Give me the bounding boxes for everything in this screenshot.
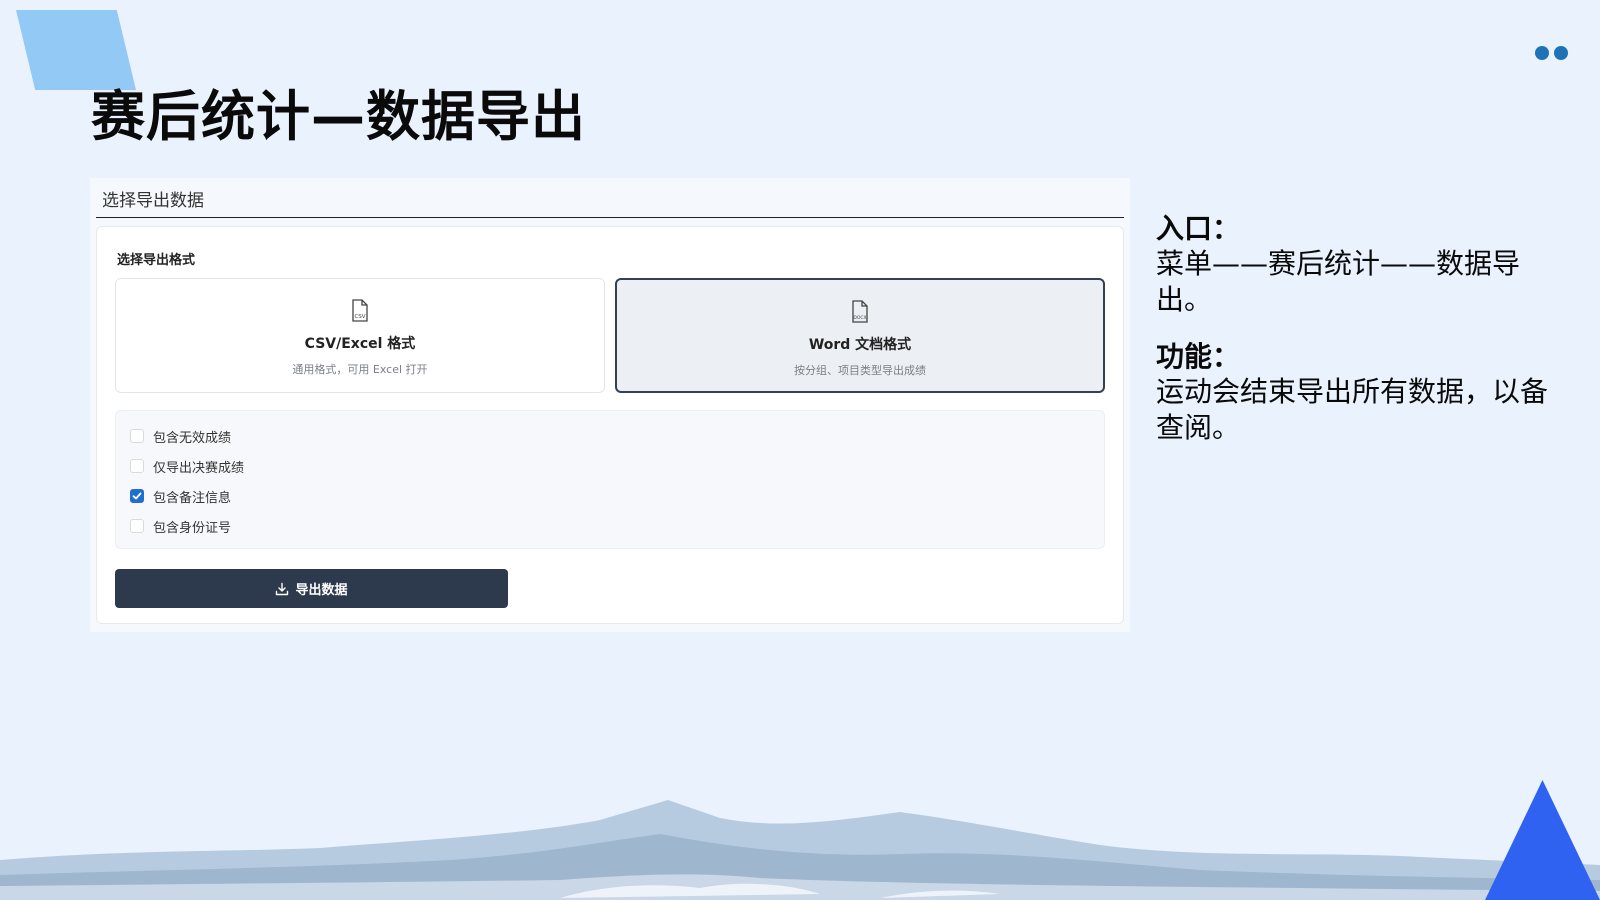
option-include-id-number[interactable]: 包含身份证号 — [130, 511, 1090, 541]
decorative-dots — [1535, 46, 1568, 60]
function-heading: 功能： — [1156, 340, 1241, 373]
entry-heading: 入口： — [1156, 212, 1241, 245]
checkmark-icon — [132, 492, 142, 500]
checkbox[interactable] — [130, 459, 144, 473]
format-option-title: Word 文档格式 — [808, 337, 912, 353]
checkbox[interactable] — [130, 519, 144, 533]
decorative-dot — [1554, 46, 1568, 60]
svg-text:DOCX: DOCX — [853, 315, 866, 321]
format-option-desc: 按分组、项目类型导出成绩 — [794, 364, 926, 377]
docx-file-icon: DOCX — [850, 300, 870, 328]
export-data-button[interactable]: 导出数据 — [115, 569, 508, 608]
checkbox-checked[interactable] — [130, 489, 144, 503]
export-options: 包含无效成绩 仅导出决赛成绩 包含备注信息 包含身份证号 — [115, 410, 1105, 549]
decorative-dot — [1535, 46, 1549, 60]
format-option-desc: 通用格式，可用 Excel 打开 — [292, 363, 428, 376]
slide-title: 赛后统计—数据导出 — [91, 85, 586, 148]
format-option-csv[interactable]: CSV CSV/Excel 格式 通用格式，可用 Excel 打开 — [115, 278, 605, 393]
mountain-landscape-image — [0, 800, 1600, 900]
export-button-label: 导出数据 — [295, 583, 348, 598]
checkbox[interactable] — [130, 429, 144, 443]
side-notes: 入口： 菜单——赛后统计——数据导出。 功能： 运动会结束导出所有数据，以备查阅… — [1156, 212, 1556, 446]
format-option-title: CSV/Excel 格式 — [304, 336, 416, 352]
panel-header: 选择导出数据 — [96, 184, 1124, 218]
format-option-word[interactable]: DOCX Word 文档格式 按分组、项目类型导出成绩 — [615, 278, 1105, 393]
download-icon — [276, 582, 289, 595]
option-include-notes[interactable]: 包含备注信息 — [130, 481, 1090, 511]
option-include-invalid[interactable]: 包含无效成绩 — [130, 421, 1090, 451]
format-section-label: 选择导出格式 — [117, 253, 196, 268]
option-label: 仅导出决赛成绩 — [153, 460, 245, 476]
export-panel: 选择导出数据 选择导出格式 CSV CSV/Excel 格式 通用格式，可用 E… — [90, 178, 1130, 632]
option-finals-only[interactable]: 仅导出决赛成绩 — [130, 451, 1090, 481]
option-label: 包含身份证号 — [153, 520, 232, 536]
entry-text: 菜单——赛后统计——数据导出。 — [1156, 247, 1521, 316]
csv-file-icon: CSV — [350, 299, 370, 327]
export-card: 选择导出格式 CSV CSV/Excel 格式 通用格式，可用 Excel 打开… — [96, 226, 1124, 624]
svg-text:CSV: CSV — [354, 314, 365, 320]
function-text: 运动会结束导出所有数据，以备查阅。 — [1156, 375, 1549, 444]
option-label: 包含备注信息 — [153, 490, 232, 506]
option-label: 包含无效成绩 — [153, 430, 232, 446]
